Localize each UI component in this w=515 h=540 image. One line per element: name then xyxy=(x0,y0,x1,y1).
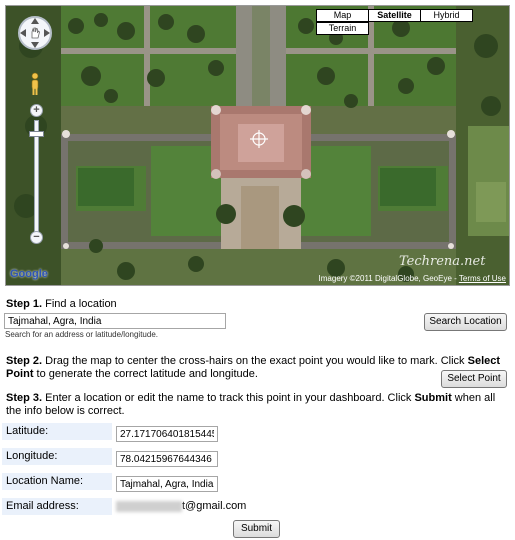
location-name-label: Location Name: xyxy=(2,473,112,490)
search-location-button[interactable]: Search Location xyxy=(424,313,507,331)
select-point-button[interactable]: Select Point xyxy=(441,370,507,388)
zoom-slider[interactable] xyxy=(34,120,39,234)
google-logo[interactable]: Google xyxy=(10,268,48,280)
email-value: t@gmail.com xyxy=(116,500,246,512)
step2-text-b: to generate the correct latitude and lon… xyxy=(33,368,258,380)
pan-up-icon[interactable] xyxy=(31,18,39,24)
email-suffix: t@gmail.com xyxy=(182,500,247,512)
step3-number: Step 3. xyxy=(6,392,43,404)
zoom-slider-handle[interactable] xyxy=(29,130,44,137)
map-type-map[interactable]: Map xyxy=(316,9,369,22)
latitude-label: Latitude: xyxy=(2,423,112,440)
pan-left-icon[interactable] xyxy=(20,29,26,37)
map-view[interactable]: Map Satellite Hybrid Terrain + − Techren… xyxy=(5,5,510,286)
watermark: Techrena.net xyxy=(399,254,486,269)
hand-icon xyxy=(31,27,40,39)
step1-heading: Step 1. Find a location xyxy=(6,298,117,310)
map-type-satellite[interactable]: Satellite xyxy=(368,9,421,22)
step1-number: Step 1. xyxy=(6,298,43,310)
location-name-field[interactable] xyxy=(116,476,218,492)
crosshair-icon xyxy=(250,130,268,148)
step3-text: Step 3. Enter a location or edit the nam… xyxy=(6,392,508,418)
zoom-in-button[interactable]: + xyxy=(30,104,43,117)
step2-text: Step 2. Drag the map to center the cross… xyxy=(6,355,508,381)
copyright-text: Imagery ©2011 DigitalGlobe, GeoEye xyxy=(318,274,452,283)
map-type-terrain[interactable]: Terrain xyxy=(316,22,369,35)
step3-bold: Submit xyxy=(414,392,452,404)
terms-of-use-link[interactable]: Terms of Use xyxy=(459,274,506,283)
step2-number: Step 2. xyxy=(6,355,43,367)
longitude-field[interactable] xyxy=(116,451,218,467)
search-hint: Search for an address or latitude/longit… xyxy=(5,330,158,339)
step3-text-a: Enter a location or edit the name to tra… xyxy=(42,392,415,404)
longitude-label: Longitude: xyxy=(2,448,112,465)
map-copyright: Imagery ©2011 DigitalGlobe, GeoEye - Ter… xyxy=(318,274,506,283)
step1-title: Find a location xyxy=(42,298,117,310)
zoom-out-button[interactable]: − xyxy=(30,231,43,244)
pan-down-icon[interactable] xyxy=(31,42,39,48)
step2-text-a: Drag the map to center the cross-hairs o… xyxy=(42,355,468,367)
email-redacted xyxy=(116,500,182,512)
location-search-input[interactable] xyxy=(4,313,226,329)
submit-button[interactable]: Submit xyxy=(233,520,280,538)
pegman-icon[interactable] xyxy=(29,72,41,96)
pan-right-icon[interactable] xyxy=(44,29,50,37)
map-type-hybrid[interactable]: Hybrid xyxy=(420,9,473,22)
latitude-field[interactable] xyxy=(116,426,218,442)
email-label: Email address: xyxy=(2,498,112,515)
